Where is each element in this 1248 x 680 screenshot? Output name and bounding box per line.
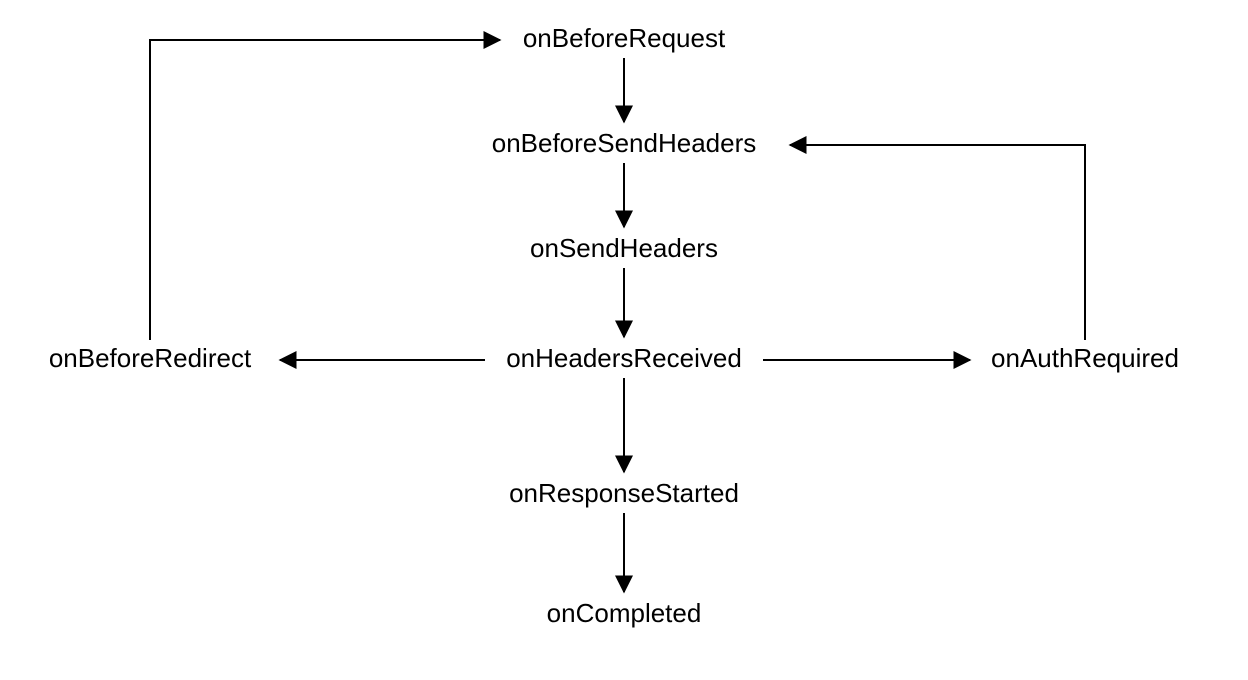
node-on-before-request: onBeforeRequest (523, 23, 726, 53)
node-on-response-started: onResponseStarted (509, 478, 739, 508)
node-on-auth-required: onAuthRequired (991, 343, 1179, 373)
edge-before-redirect-to-before-request (150, 40, 500, 340)
edge-auth-required-to-before-send-headers (790, 145, 1085, 340)
node-on-completed: onCompleted (547, 598, 702, 628)
node-on-send-headers: onSendHeaders (530, 233, 718, 263)
node-on-before-send-headers: onBeforeSendHeaders (492, 128, 757, 158)
node-on-before-redirect: onBeforeRedirect (49, 343, 252, 373)
webrequest-lifecycle-diagram: onBeforeRequest onBeforeSendHeaders onSe… (0, 0, 1248, 680)
node-on-headers-received: onHeadersReceived (506, 343, 742, 373)
